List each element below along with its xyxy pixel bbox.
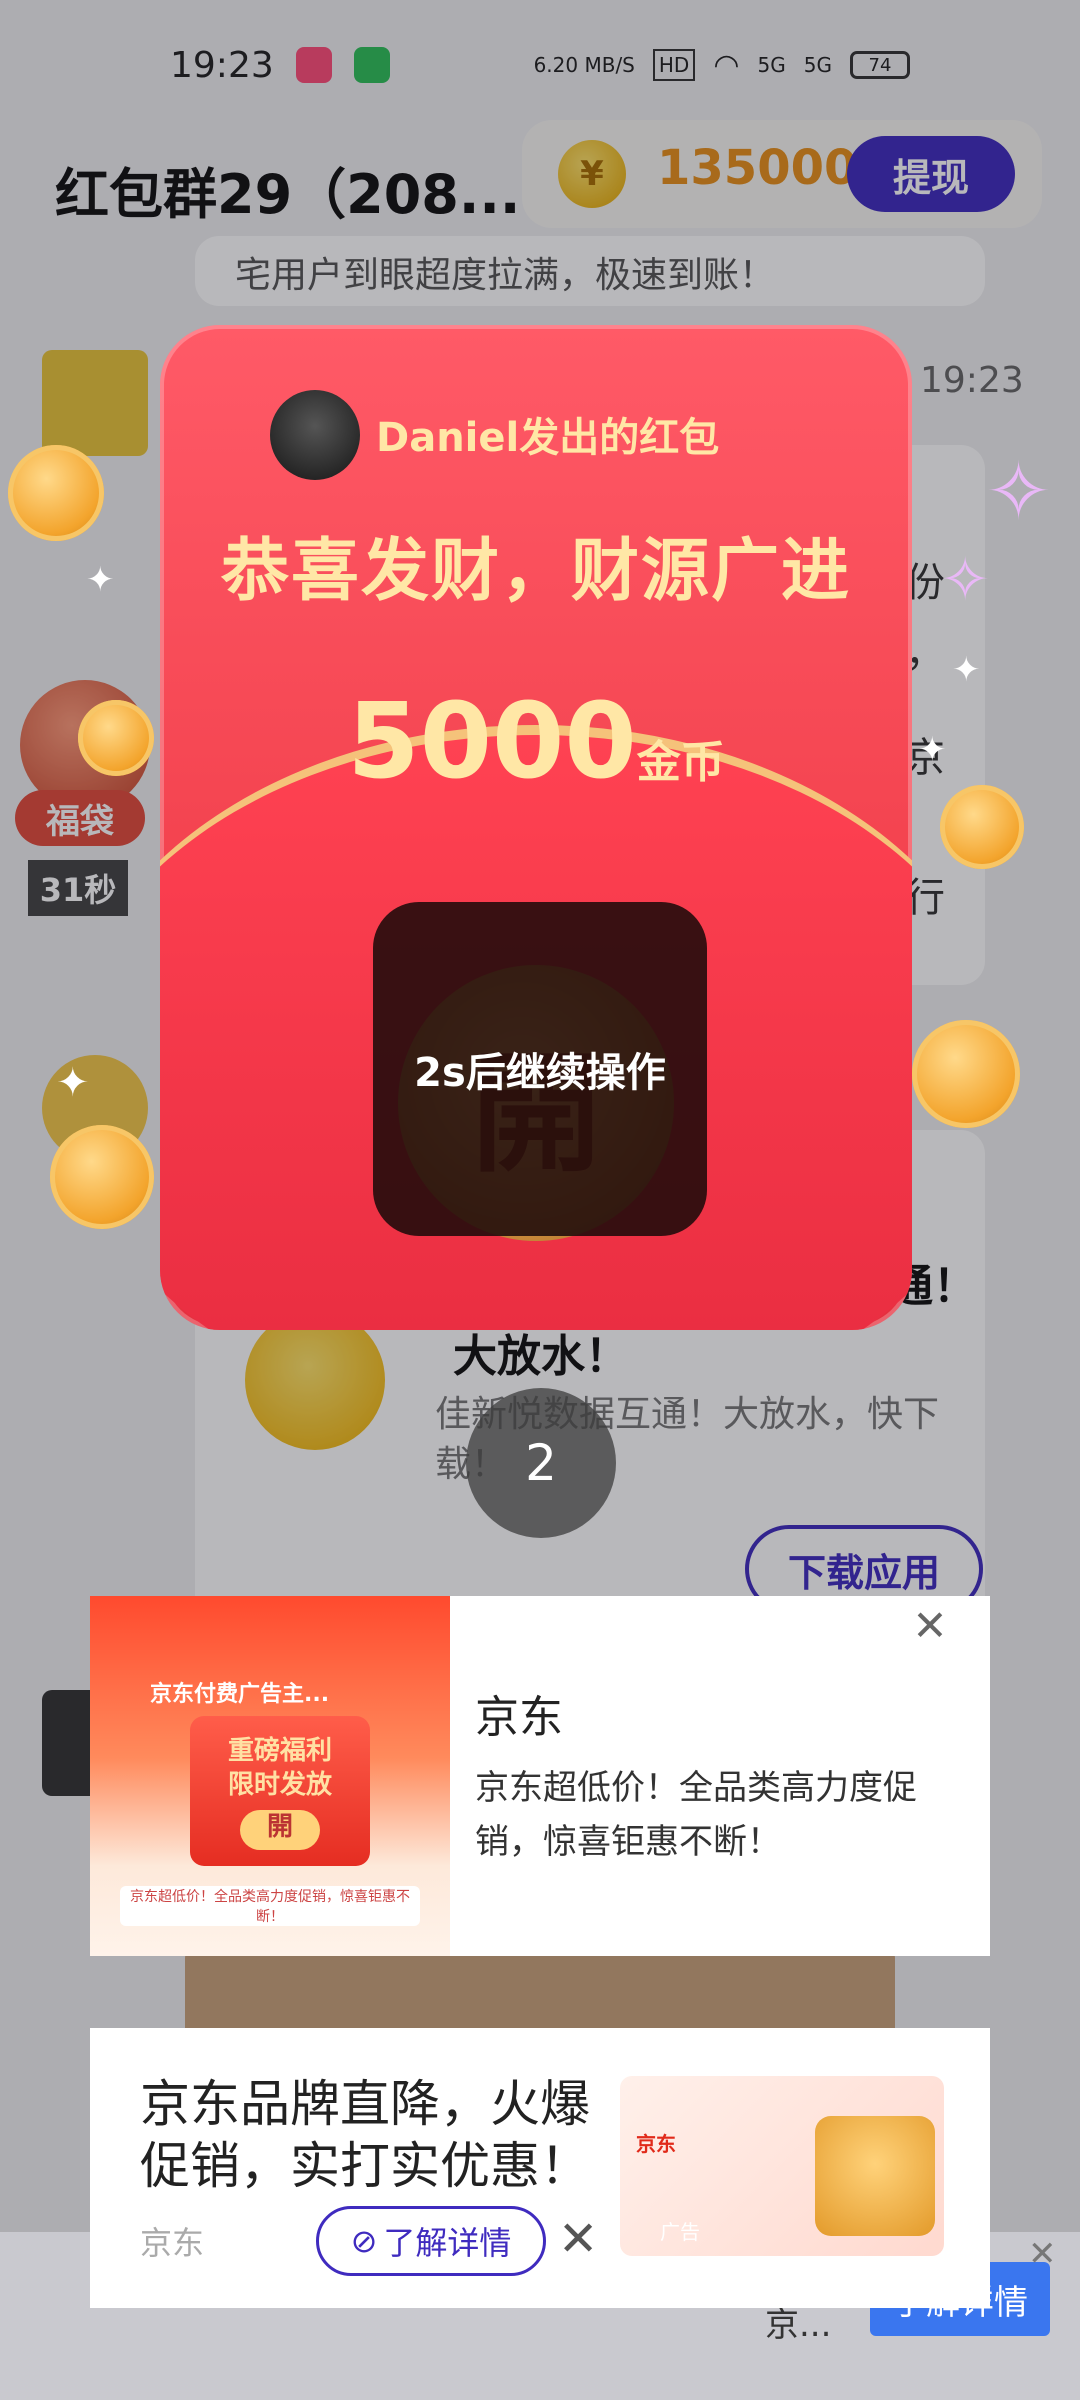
ad-thumb-title: 京东付费广告主...	[150, 1682, 330, 1707]
prize-number: 5000	[347, 680, 637, 802]
gold-coin-icon	[912, 1020, 1020, 1128]
ad-card-jd-2[interactable]: 京东品牌直降，火爆促销，实打实优惠！ 京东 ⊘ 了解详情 ✕ 京东 广告	[90, 2028, 990, 2308]
ad-thumb-open: 開	[240, 1810, 320, 1850]
wait-text: 2s后继续操作	[414, 1050, 666, 1096]
ad-brand: 京东	[140, 2224, 205, 2262]
gold-coin-icon	[50, 1125, 154, 1229]
ad-description: 京东超低价！全品类高力度促销，惊喜钜惠不断！	[475, 1768, 917, 1862]
ad-thumb-box: 重磅福利 限时发放 開	[190, 1716, 370, 1866]
ad-thumbnail: 京东 广告	[620, 2076, 944, 2256]
sparkle-icon: ✧	[940, 545, 991, 615]
treasure-chest-icon	[815, 2116, 935, 2236]
sender-avatar	[270, 390, 360, 480]
gold-coin-icon	[8, 445, 104, 541]
red-packet-amount: 5000金币	[160, 680, 912, 802]
red-packet-wish: 恭喜发财，财源广进	[220, 532, 851, 611]
ad-thumbnail: 京东付费广告主... 重磅福利 限时发放 開 京东超低价！全品类高力度促销，惊喜…	[90, 1596, 450, 1956]
ad-thumb-brand: 京东	[636, 2132, 676, 2156]
wait-overlay: 2s后继续操作	[373, 902, 707, 1236]
sparkle-icon: ✦	[952, 650, 981, 690]
ad-card-jd[interactable]: 京东付费广告主... 重磅福利 限时发放 開 京东超低价！全品类高力度促销，惊喜…	[90, 1596, 990, 1956]
sparkle-icon: ✦	[56, 1060, 90, 1106]
gold-coin-icon	[940, 785, 1024, 869]
close-icon[interactable]: ✕	[910, 1605, 950, 1647]
prize-unit: 金币	[636, 737, 725, 788]
ad-tag: 广告	[660, 2220, 700, 2244]
link-icon: ⊘	[350, 2222, 378, 2260]
ad-brand: 京东	[475, 1692, 563, 1743]
sparkle-icon: ✦	[86, 560, 115, 600]
ad-headline: 京东品牌直降，火爆促销，实打实优惠！	[140, 2075, 590, 2195]
ad-thumb-box-text: 重磅福利 限时发放	[227, 1736, 332, 1800]
countdown-timer: 2	[466, 1388, 616, 1538]
gold-coin-icon	[78, 700, 154, 776]
sparkle-icon: ✧	[985, 445, 1053, 538]
learn-more-button[interactable]: ⊘ 了解详情	[316, 2206, 546, 2276]
close-icon[interactable]: ✕	[1028, 2234, 1057, 2274]
close-icon[interactable]: ✕	[558, 2211, 598, 2267]
sender-name: Daniel发出的红包	[376, 415, 720, 461]
sparkle-icon: ✦	[918, 730, 947, 770]
learn-more-label: 了解详情	[383, 2224, 512, 2262]
ad-thumb-caption: 京东超低价！全品类高力度促销，惊喜钜惠不断！	[120, 1886, 420, 1926]
